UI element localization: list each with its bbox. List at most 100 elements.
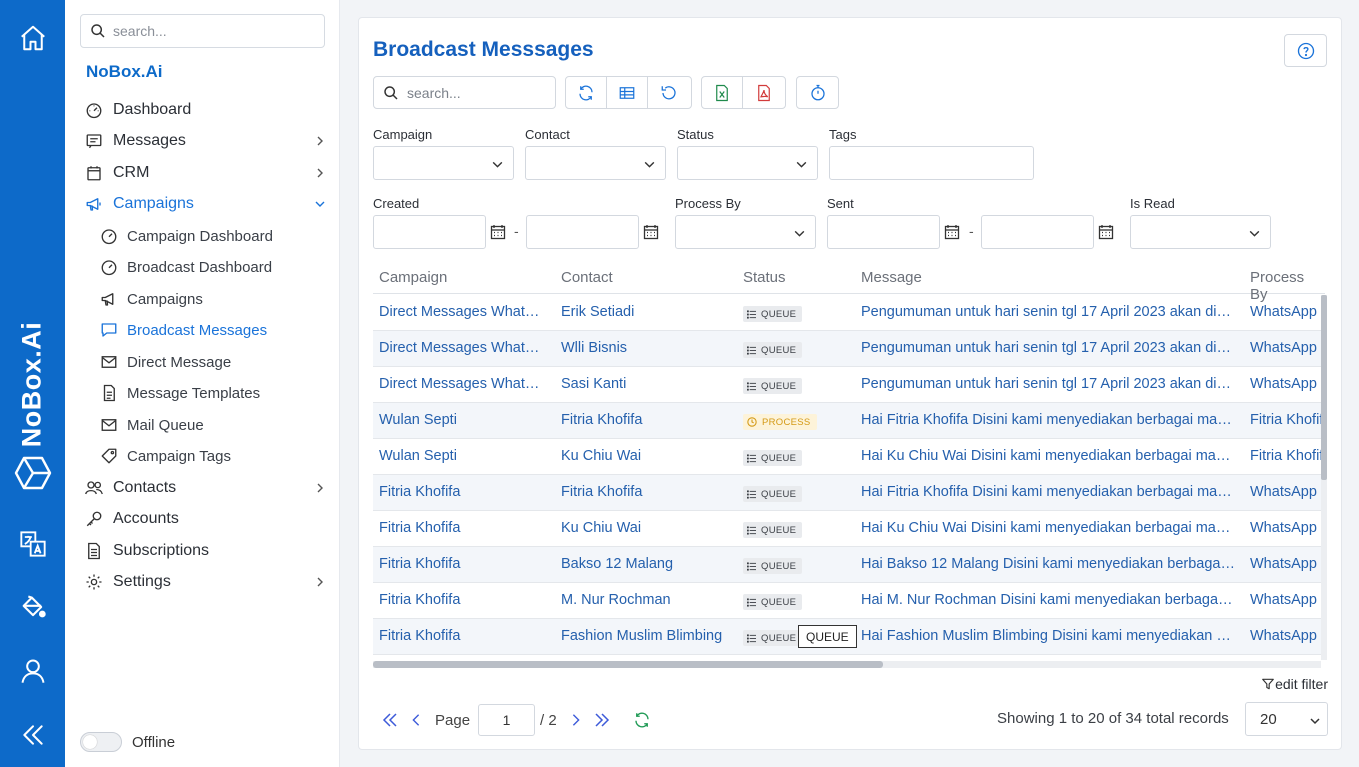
vertical-scrollbar[interactable]: [1321, 295, 1327, 660]
column-header-message[interactable]: Message: [861, 269, 922, 286]
cell-message[interactable]: Pengumuman untuk hari senin tgl 17 April…: [861, 376, 1235, 392]
calendar-icon[interactable]: [490, 224, 506, 240]
cell-message[interactable]: Hai Fashion Muslim Blimbing Disini kami …: [861, 628, 1235, 644]
campaign-filter-select[interactable]: [373, 146, 514, 180]
table-view-button[interactable]: [607, 77, 648, 108]
created-to-input[interactable]: [526, 215, 639, 249]
cell-message[interactable]: Pengumuman untuk hari senin tgl 17 April…: [861, 340, 1235, 356]
sidebar-subitem-direct-message[interactable]: Direct Message: [65, 348, 340, 376]
sidebar-item-settings[interactable]: Settings: [65, 567, 340, 597]
horizontal-scrollbar[interactable]: [373, 661, 1321, 668]
cell-process-by[interactable]: WhatsApp: [1250, 628, 1321, 644]
sent-to-input[interactable]: [981, 215, 1094, 249]
cell-contact[interactable]: Ku Chiu Wai: [561, 520, 731, 536]
table-row[interactable]: Wulan Septi Ku Chiu Wai QUEUE Hai Ku Chi…: [373, 439, 1321, 475]
sent-from-input[interactable]: [827, 215, 940, 249]
cell-process-by[interactable]: WhatsApp: [1250, 340, 1321, 356]
home-icon[interactable]: [0, 22, 65, 54]
reload-button[interactable]: [629, 707, 655, 733]
cell-contact[interactable]: Wlli Bisnis: [561, 340, 731, 356]
cell-campaign[interactable]: Direct Messages Whatsapp: [379, 304, 545, 320]
cell-process-by[interactable]: Fitria Khofifa: [1250, 412, 1321, 428]
cell-contact[interactable]: M. Nur Rochman: [561, 592, 731, 608]
cell-campaign[interactable]: Fitria Khofifa: [379, 592, 545, 608]
cell-campaign[interactable]: Wulan Septi: [379, 412, 545, 428]
table-row[interactable]: Fitria Khofifa Bakso 12 Malang QUEUE Hai…: [373, 547, 1321, 583]
cell-campaign[interactable]: Direct Messages Whatsapp: [379, 340, 545, 356]
cell-process-by[interactable]: WhatsApp: [1250, 304, 1321, 320]
cell-campaign[interactable]: Wulan Septi: [379, 448, 545, 464]
cell-contact[interactable]: Fitria Khofifa: [561, 412, 731, 428]
cell-process-by[interactable]: Fitria Khofifa: [1250, 448, 1321, 464]
cell-contact[interactable]: Sasi Kanti: [561, 376, 731, 392]
timer-button[interactable]: [797, 77, 838, 108]
sidebar-item-contacts[interactable]: Contacts: [65, 473, 340, 503]
sidebar-item-messages[interactable]: Messages: [65, 126, 340, 156]
cell-message[interactable]: Hai Fitria Khofifa Disini kami menyediak…: [861, 412, 1235, 428]
table-row[interactable]: Fitria Khofifa Fitria Khofifa QUEUE Hai …: [373, 475, 1321, 511]
help-button[interactable]: [1284, 34, 1327, 67]
sidebar-subitem-message-templates[interactable]: Message Templates: [65, 379, 340, 407]
column-header-status[interactable]: Status: [743, 269, 786, 286]
sidebar-search-input[interactable]: [113, 23, 313, 39]
cell-message[interactable]: Hai Fitria Khofifa Disini kami menyediak…: [861, 484, 1235, 500]
cell-contact[interactable]: Erik Setiadi: [561, 304, 731, 320]
scrollbar-thumb[interactable]: [1321, 295, 1327, 480]
sidebar-item-accounts[interactable]: Accounts: [65, 504, 340, 534]
offline-switch[interactable]: Offline: [80, 732, 175, 752]
cell-campaign[interactable]: Fitria Khofifa: [379, 628, 545, 644]
sidebar-item-dashboard[interactable]: Dashboard: [65, 95, 340, 125]
cell-process-by[interactable]: WhatsApp: [1250, 520, 1321, 536]
calendar-icon[interactable]: [1098, 224, 1114, 240]
created-from-input[interactable]: [373, 215, 486, 249]
table-row[interactable]: Direct Messages Whatsapp Sasi Kanti QUEU…: [373, 367, 1321, 403]
cell-process-by[interactable]: WhatsApp: [1250, 484, 1321, 500]
cell-campaign[interactable]: Direct Messages Whatsapp: [379, 376, 545, 392]
cell-message[interactable]: Pengumuman untuk hari senin tgl 17 April…: [861, 304, 1235, 320]
edit-filter-link[interactable]: edit filter: [1261, 676, 1328, 692]
offline-toggle[interactable]: [80, 732, 122, 752]
export-excel-button[interactable]: [702, 77, 743, 108]
cell-message[interactable]: Hai M. Nur Rochman Disini kami menyediak…: [861, 592, 1235, 608]
table-row[interactable]: Fitria Khofifa M. Nur Rochman QUEUE Hai …: [373, 583, 1321, 619]
collapse-icon[interactable]: [0, 720, 65, 750]
column-header-contact[interactable]: Contact: [561, 269, 613, 286]
cell-contact[interactable]: Bakso 12 Malang: [561, 556, 731, 572]
sidebar-subitem-campaign-dashboard[interactable]: Campaign Dashboard: [65, 222, 340, 250]
prev-page-button[interactable]: [403, 707, 429, 733]
scrollbar-thumb[interactable]: [373, 661, 883, 668]
table-row[interactable]: Direct Messages Whatsapp Wlli Bisnis QUE…: [373, 331, 1321, 367]
cell-message[interactable]: Hai Bakso 12 Malang Disini kami menyedia…: [861, 556, 1235, 572]
sidebar-search[interactable]: [80, 14, 325, 48]
sidebar-item-crm[interactable]: CRM: [65, 158, 340, 188]
status-filter-select[interactable]: [677, 146, 818, 180]
page-number-input[interactable]: [478, 704, 536, 736]
reset-button[interactable]: [648, 77, 689, 108]
table-row[interactable]: Direct Messages Whatsapp Erik Setiadi QU…: [373, 295, 1321, 331]
sidebar-subitem-broadcast-dashboard[interactable]: Broadcast Dashboard: [65, 253, 340, 281]
paint-bucket-icon[interactable]: [0, 592, 65, 622]
cell-campaign[interactable]: Fitria Khofifa: [379, 520, 545, 536]
last-page-button[interactable]: [589, 707, 615, 733]
cell-campaign[interactable]: Fitria Khofifa: [379, 556, 545, 572]
cell-campaign[interactable]: Fitria Khofifa: [379, 484, 545, 500]
sidebar-subitem-campaigns[interactable]: Campaigns: [65, 285, 340, 313]
cell-message[interactable]: Hai Ku Chiu Wai Disini kami menyediakan …: [861, 448, 1235, 464]
user-icon[interactable]: [0, 656, 65, 686]
next-page-button[interactable]: [563, 707, 589, 733]
sidebar-subitem-mail-queue[interactable]: Mail Queue: [65, 411, 340, 439]
table-search-input[interactable]: [407, 84, 547, 101]
tags-filter-input[interactable]: [829, 146, 1034, 180]
sidebar-item-campaigns[interactable]: Campaigns: [65, 189, 340, 219]
first-page-button[interactable]: [377, 707, 403, 733]
column-header-campaign[interactable]: Campaign: [379, 269, 447, 286]
sidebar-subitem-broadcast-messages[interactable]: Broadcast Messages: [65, 316, 340, 344]
calendar-icon[interactable]: [643, 224, 659, 240]
cell-process-by[interactable]: WhatsApp: [1250, 592, 1321, 608]
contact-filter-select[interactable]: [525, 146, 666, 180]
sidebar-subitem-campaign-tags[interactable]: Campaign Tags: [65, 442, 340, 470]
table-search[interactable]: [373, 76, 556, 109]
process-by-filter-select[interactable]: [675, 215, 816, 249]
refresh-button[interactable]: [566, 77, 607, 108]
sidebar-item-subscriptions[interactable]: Subscriptions: [65, 536, 340, 566]
